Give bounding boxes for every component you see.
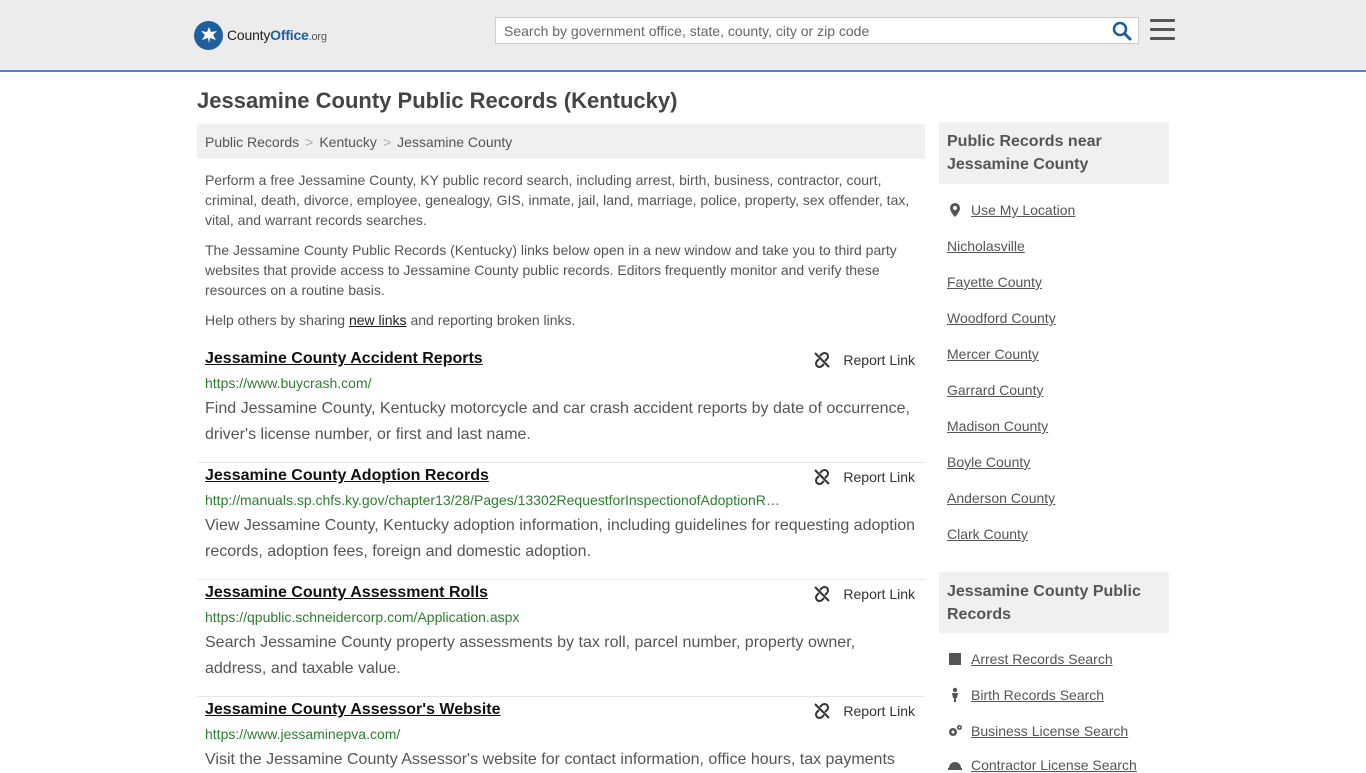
record-item: Jessamine County Adoption Records Report…: [197, 463, 925, 580]
record-description: Find Jessamine County, Kentucky motorcyc…: [205, 400, 910, 443]
hamburger-menu-icon[interactable]: [1150, 19, 1175, 41]
report-link-button[interactable]: Report Link: [813, 585, 915, 603]
record-url: https://www.buycrash.com/: [205, 375, 372, 391]
disclaimer-paragraph: The Jessamine County Public Records (Ken…: [205, 242, 897, 298]
breadcrumb-separator: >: [305, 134, 314, 150]
sidebar-heading-records: Jessamine County Public Records: [939, 572, 1169, 633]
broken-link-icon: [814, 351, 831, 369]
nearby-link[interactable]: Fayette County: [947, 274, 1042, 290]
nearby-link[interactable]: Anderson County: [947, 490, 1055, 506]
business-license-link[interactable]: Business License Search: [947, 723, 1128, 739]
arrest-records-link[interactable]: Arrest Records Search: [947, 651, 1113, 667]
record-description: Search Jessamine County property assessm…: [205, 634, 856, 677]
baby-icon: [952, 687, 958, 702]
breadcrumb-separator: >: [382, 134, 392, 150]
nearby-link[interactable]: Nicholasville: [947, 238, 1025, 254]
nearby-link[interactable]: Garrard County: [947, 382, 1043, 398]
record-title-link[interactable]: Jessamine County Assessor's Website: [205, 701, 500, 719]
new-links-link[interactable]: new links: [349, 312, 407, 328]
report-link-button[interactable]: Report Link: [813, 351, 915, 369]
nearby-link[interactable]: Clark County: [947, 526, 1028, 542]
report-link-button[interactable]: Report Link: [813, 702, 915, 720]
record-title-link[interactable]: Jessamine County Adoption Records: [205, 467, 489, 485]
seal-icon: [194, 20, 223, 50]
report-link-button[interactable]: Report Link: [813, 468, 915, 486]
broken-link-icon: [814, 468, 831, 486]
broken-link-icon: [814, 585, 831, 603]
help-text: Help others by sharing new links and rep…: [205, 312, 576, 328]
nearby-link[interactable]: Woodford County: [947, 310, 1056, 326]
square-icon: [949, 653, 961, 665]
hardhat-icon: [948, 762, 962, 770]
record-title-link[interactable]: Jessamine County Accident Reports: [205, 350, 483, 368]
contractor-license-link[interactable]: Contractor License Search: [947, 757, 1137, 773]
record-url: http://manuals.sp.chfs.ky.gov/chapter13/…: [205, 492, 785, 508]
record-item: Jessamine County Accident Reports Report…: [197, 346, 925, 463]
nearby-link[interactable]: Boyle County: [947, 454, 1030, 470]
intro-paragraph: Perform a free Jessamine County, KY publ…: [205, 172, 910, 228]
broken-link-icon: [814, 702, 831, 720]
breadcrumb: Public Records > Kentucky > Jessamine County: [197, 124, 925, 159]
record-item: Jessamine County Assessment Rolls Report…: [197, 580, 925, 697]
breadcrumb-public-records[interactable]: Public Records: [205, 134, 299, 150]
breadcrumb-kentucky[interactable]: Kentucky: [319, 134, 377, 150]
record-title-link[interactable]: Jessamine County Assessment Rolls: [205, 584, 488, 602]
search-input[interactable]: [496, 18, 1106, 43]
map-marker-icon: [950, 203, 960, 217]
breadcrumb-jessamine-county[interactable]: Jessamine County: [397, 134, 512, 150]
record-url: https://www.jessaminepva.com/: [205, 726, 401, 742]
record-description: Visit the Jessamine County Assessor's we…: [205, 751, 895, 768]
search-icon[interactable]: [1112, 21, 1132, 41]
logo-text: CountyOffice.org: [227, 27, 327, 43]
record-url: https://qpublic.schneidercorp.com/Applic…: [205, 609, 520, 625]
site-header: CountyOffice.org: [0, 0, 1366, 72]
nearby-link[interactable]: Madison County: [947, 418, 1048, 434]
sidebar-heading-nearby: Public Records near Jessamine County: [939, 122, 1169, 184]
record-item: Jessamine County Assessor's Website Repo…: [197, 697, 925, 768]
record-description: View Jessamine County, Kentucky adoption…: [205, 517, 916, 560]
gears-icon: [949, 725, 962, 736]
page-title: Jessamine County Public Records (Kentuck…: [197, 88, 678, 113]
nearby-link[interactable]: Mercer County: [947, 346, 1039, 362]
search-box: [495, 17, 1139, 44]
use-my-location-link[interactable]: Use My Location: [947, 202, 1075, 218]
site-logo[interactable]: CountyOffice.org: [194, 20, 327, 50]
birth-records-link[interactable]: Birth Records Search: [947, 687, 1104, 703]
